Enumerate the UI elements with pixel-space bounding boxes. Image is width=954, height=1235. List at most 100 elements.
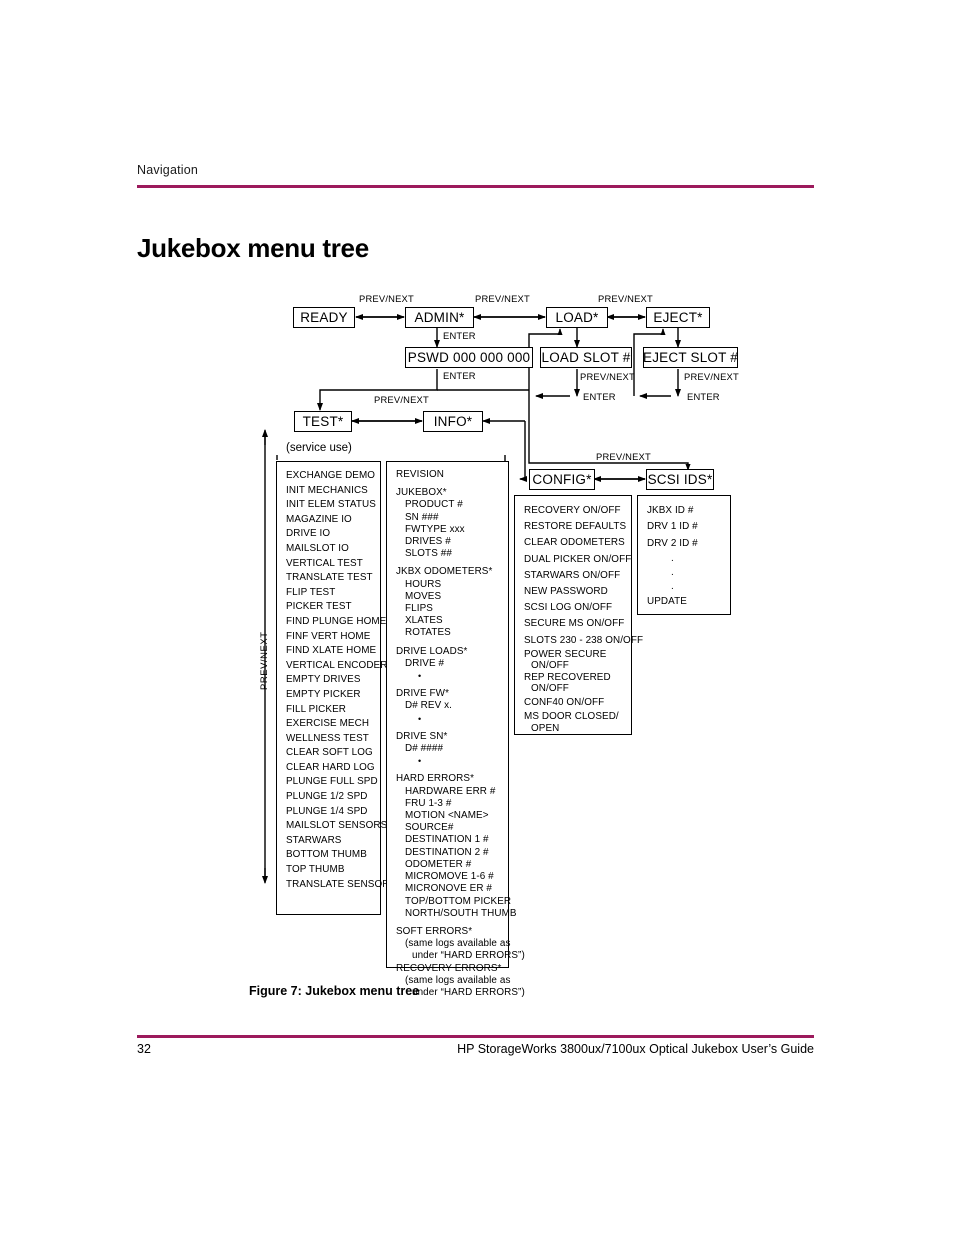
menu-item[interactable]: UPDATE	[647, 594, 722, 610]
menu-item[interactable]: NORTH/SOUTH THUMB	[396, 908, 517, 920]
menu-item[interactable]: FRU 1-3 #	[396, 798, 500, 810]
menu-item[interactable]: DESTINATION 2 #	[396, 847, 500, 859]
menu-item[interactable]: FIND PLUNGE HOME	[286, 615, 386, 630]
menu-item[interactable]: FWTYPE xxx	[396, 524, 500, 536]
menu-item[interactable]: CONF40 ON/OFF	[524, 695, 623, 711]
menu-item[interactable]: EXERCISE MECH	[286, 717, 372, 732]
menu-item[interactable]: ON/OFF	[524, 683, 623, 695]
menu-item[interactable]: BOTTOM THUMB	[286, 848, 372, 863]
node-load[interactable]: LOAD*	[546, 307, 608, 328]
menu-item[interactable]: OPEN	[524, 723, 623, 735]
node-test[interactable]: TEST*	[294, 411, 352, 432]
menu-item[interactable]: MAILSLOT IO	[286, 542, 372, 557]
menu-item[interactable]: PLUNGE 1/2 SPD	[286, 790, 372, 805]
menu-item[interactable]: JKBX ID #	[647, 503, 722, 519]
menu-item[interactable]: WELLNESS TEST	[286, 732, 372, 747]
node-eject[interactable]: EJECT*	[646, 307, 710, 328]
menu-item[interactable]: MAGAZINE IO	[286, 513, 372, 528]
menu-item[interactable]: PLUNGE 1/4 SPD	[286, 805, 372, 820]
menu-item[interactable]: .	[647, 566, 722, 580]
menu-item[interactable]: TRANSLATE SENSOR	[286, 878, 389, 893]
menu-item[interactable]: D# ####	[396, 743, 500, 755]
menu-item[interactable]: RECOVERY ERRORS*	[396, 963, 501, 975]
menu-item[interactable]: FINF VERT HOME	[286, 630, 372, 645]
menu-item[interactable]: FLIP TEST	[286, 586, 372, 601]
menu-item[interactable]: DRIVE SN*	[396, 731, 500, 743]
menu-item[interactable]: PLUNGE FULL SPD	[286, 775, 378, 790]
menu-item[interactable]: PRODUCT #	[396, 499, 500, 511]
menu-item[interactable]: EXCHANGE DEMO	[286, 469, 375, 484]
menu-item[interactable]: D# REV x.	[396, 700, 500, 712]
menu-item[interactable]: ODOMETER #	[396, 859, 500, 871]
node-load-slot[interactable]: LOAD SLOT #	[540, 347, 632, 368]
menu-item[interactable]: HOURS	[396, 579, 500, 591]
menu-item[interactable]: MICRONOVE ER #	[396, 883, 500, 895]
menu-item[interactable]: ON/OFF	[524, 660, 623, 672]
menu-item[interactable]: MOTION <NAME>	[396, 810, 500, 822]
menu-item[interactable]: VERTICAL ENCODER	[286, 659, 387, 674]
menu-item[interactable]: FILL PICKER	[286, 703, 372, 718]
menu-item[interactable]: STARWARS ON/OFF	[524, 568, 623, 584]
menu-item[interactable]: SLOTS 230 - 238 ON/OFF	[524, 633, 643, 649]
menu-item[interactable]: SECURE MS ON/OFF	[524, 616, 624, 632]
menu-item[interactable]: TOP THUMB	[286, 863, 372, 878]
menu-item[interactable]: SCSI LOG ON/OFF	[524, 600, 623, 616]
menu-item[interactable]: HARDWARE ERR #	[396, 786, 500, 798]
menu-item[interactable]: MOVES	[396, 591, 500, 603]
menu-item[interactable]: TRANSLATE TEST	[286, 571, 373, 586]
menu-item[interactable]: •	[396, 670, 500, 682]
menu-item[interactable]: EMPTY DRIVES	[286, 673, 372, 688]
menu-item[interactable]: XLATES	[396, 615, 500, 627]
menu-item[interactable]: MS DOOR CLOSED/	[524, 711, 623, 723]
menu-item[interactable]: CLEAR HARD LOG	[286, 761, 375, 776]
menu-item[interactable]: DRIVE FW*	[396, 688, 500, 700]
menu-item[interactable]: HARD ERRORS*	[396, 773, 500, 785]
menu-item[interactable]: REP RECOVERED	[524, 672, 623, 684]
menu-item[interactable]: POWER SECURE	[524, 649, 623, 661]
menu-item[interactable]: REVISION	[396, 469, 500, 481]
menu-item[interactable]: DRV 1 ID #	[647, 519, 722, 535]
menu-item[interactable]: STARWARS	[286, 834, 372, 849]
menu-item[interactable]: FIND XLATE HOME	[286, 644, 376, 659]
menu-item[interactable]: CLEAR SOFT LOG	[286, 746, 373, 761]
menu-item[interactable]: SOFT ERRORS*	[396, 926, 500, 938]
menu-item[interactable]: MICROMOVE 1-6 #	[396, 871, 500, 883]
menu-item[interactable]: DRIVE #	[396, 658, 500, 670]
menu-item[interactable]: PICKER TEST	[286, 600, 372, 615]
menu-item[interactable]: DRIVES #	[396, 536, 500, 548]
menu-item[interactable]: EMPTY PICKER	[286, 688, 372, 703]
menu-item[interactable]: SLOTS ##	[396, 548, 500, 560]
menu-item[interactable]: •	[396, 713, 500, 725]
node-config[interactable]: CONFIG*	[529, 469, 595, 490]
menu-item[interactable]: .	[647, 552, 722, 566]
node-eject-slot[interactable]: EJECT SLOT #	[643, 347, 738, 368]
menu-item[interactable]: under “HARD ERRORS”)	[396, 950, 525, 962]
menu-item[interactable]: FLIPS	[396, 603, 500, 615]
menu-item[interactable]: TOP/BOTTOM PICKER	[396, 896, 511, 908]
menu-item[interactable]: NEW PASSWORD	[524, 584, 623, 600]
menu-item[interactable]: DESTINATION 1 #	[396, 834, 500, 846]
node-info[interactable]: INFO*	[423, 411, 483, 432]
node-password[interactable]: PSWD 000 000 000	[405, 347, 533, 368]
menu-item[interactable]: .	[647, 580, 722, 594]
node-ready[interactable]: READY	[293, 307, 355, 328]
menu-item[interactable]: RESTORE DEFAULTS	[524, 519, 626, 535]
menu-item[interactable]: INIT ELEM STATUS	[286, 498, 376, 513]
menu-item[interactable]: DRV 2 ID #	[647, 536, 722, 552]
menu-item[interactable]: DUAL PICKER ON/OFF	[524, 552, 631, 568]
node-admin[interactable]: ADMIN*	[405, 307, 474, 328]
menu-item[interactable]: DRIVE LOADS*	[396, 646, 500, 658]
menu-item[interactable]: SN ###	[396, 512, 500, 524]
menu-item[interactable]: SOURCE#	[396, 822, 500, 834]
menu-item[interactable]: •	[396, 755, 500, 767]
menu-item[interactable]: DRIVE IO	[286, 527, 372, 542]
menu-item[interactable]: INIT MECHANICS	[286, 484, 372, 499]
menu-item[interactable]: ROTATES	[396, 627, 500, 639]
node-scsi-ids[interactable]: SCSI IDS*	[646, 469, 714, 490]
menu-item[interactable]: CLEAR ODOMETERS	[524, 535, 625, 551]
menu-item[interactable]: (same logs available as	[396, 938, 510, 950]
menu-item[interactable]: MAILSLOT SENSORS	[286, 819, 387, 834]
menu-item[interactable]: JUKEBOX*	[396, 487, 500, 499]
menu-item[interactable]: RECOVERY ON/OFF	[524, 503, 623, 519]
menu-item[interactable]: JKBX ODOMETERS*	[396, 566, 500, 578]
